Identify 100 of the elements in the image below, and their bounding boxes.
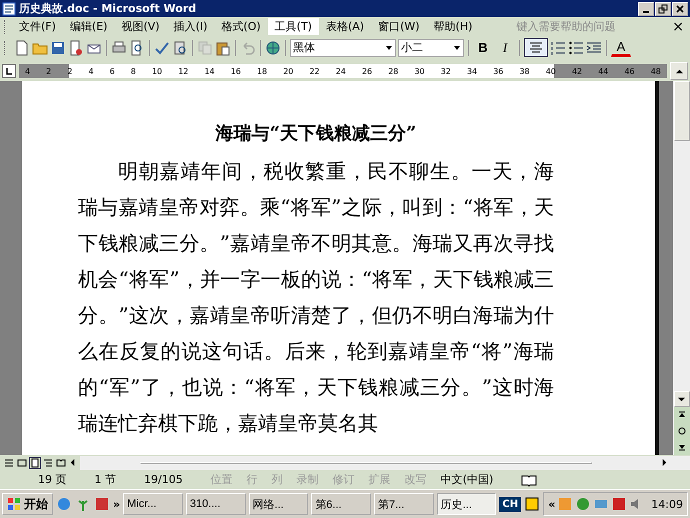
- minimize-icon: [643, 10, 649, 12]
- ruler-number: 36: [493, 66, 504, 76]
- ruler-number: 22: [309, 66, 320, 76]
- scroll-thumb[interactable]: [140, 462, 592, 464]
- browse-object-icon[interactable]: [678, 427, 686, 435]
- italic-button[interactable]: I: [495, 38, 515, 57]
- body-paragraph: 明朝嘉靖年间，税收繁重，民不聊生。一天，海瑞与嘉靖皇帝对弈。乘“将军”之际，叫到：“将军，天下钱粮减三分。”嘉靖皇帝不明其意。海瑞又再次寻找机会“将军”，并一字一板的说：“将军，天下钱粮减三分。”这次，嘉靖皇帝听清楚了，但仍不明白海瑞为什么在反复的说这句话。后来，轮到嘉靖皇帝“将”海瑞的“军”了，也说：“将军，天下钱粮减三分。”这时海瑞连忙弃棋下跪，嘉靖皇帝莫名其: [78, 158, 554, 437]
- spelling-check-icon[interactable]: [154, 40, 170, 56]
- restore-button[interactable]: [655, 2, 671, 16]
- indent-icon[interactable]: [586, 40, 602, 56]
- ruler-number: 34: [466, 66, 478, 76]
- ruler-number: 32: [440, 66, 451, 76]
- status-item: 扩展: [368, 472, 391, 487]
- ruler-number: 8: [130, 66, 136, 76]
- bulleted-list-icon[interactable]: [568, 40, 584, 56]
- menu-item[interactable]: 表格(A): [318, 18, 372, 35]
- status-item: 位置: [210, 472, 233, 487]
- web-view-icon[interactable]: [17, 458, 27, 468]
- globe-icon[interactable]: [265, 40, 281, 56]
- menu-item[interactable]: 帮助(H): [426, 18, 480, 35]
- close-button[interactable]: [672, 2, 688, 16]
- menu-item[interactable]: 格式(O): [214, 18, 268, 35]
- menu-item[interactable]: 编辑(E): [62, 18, 114, 35]
- document-icon: [2, 2, 16, 16]
- taskbar-button[interactable]: 网络...: [248, 493, 308, 515]
- ruler[interactable]: 4 2 2 4 6 8 10 12 14 16 18 20 22 24 26 28 30 32 34 36 38 40 42 44 46 48: [19, 64, 667, 78]
- ruler-number: 28: [388, 66, 398, 76]
- reading-view-icon[interactable]: [56, 458, 66, 468]
- ruler-number: 16: [230, 66, 241, 76]
- menu-item[interactable]: 窗口(W): [371, 18, 427, 35]
- outline-view-icon[interactable]: [43, 458, 53, 468]
- ruler-number: 2: [67, 66, 72, 76]
- horizontal-scrollbar[interactable]: [80, 456, 690, 470]
- document-heading: 海瑞与“天下钱粮减三分”: [214, 122, 418, 145]
- status-item: 修订: [332, 472, 355, 487]
- taskbar-button[interactable]: 历史...: [436, 493, 496, 515]
- menu-item[interactable]: 文件(F): [12, 18, 63, 35]
- numbered-list-icon[interactable]: [550, 40, 566, 56]
- font-color-button[interactable]: A: [611, 38, 631, 57]
- caret-icon: [453, 44, 461, 52]
- scroll-thumb[interactable]: [674, 81, 690, 141]
- taskbar-button[interactable]: 310....: [186, 493, 246, 515]
- ruler-number: 10: [152, 66, 162, 76]
- down-arrow-icon: [678, 396, 685, 402]
- taskbar-button[interactable]: 第6...: [311, 493, 371, 515]
- scroll-up-button[interactable]: [670, 62, 688, 80]
- language-indicator[interactable]: CH: [499, 496, 522, 512]
- tab-selector[interactable]: [2, 64, 16, 78]
- ruler-number: 4: [25, 66, 30, 76]
- input-method-icon[interactable]: [524, 496, 540, 512]
- taskbar-button[interactable]: 第7...: [374, 493, 434, 515]
- font-size-dropdown[interactable]: 小二: [398, 38, 464, 56]
- ruler-number: 14: [204, 66, 215, 76]
- clock: 14:09: [651, 498, 683, 510]
- close-document-button[interactable]: ×: [666, 18, 690, 34]
- scroll-right-icon[interactable]: [661, 459, 668, 466]
- next-page-icon[interactable]: [678, 443, 686, 451]
- ruler-number: 38: [519, 66, 530, 76]
- scroll-left-icon[interactable]: [69, 459, 76, 466]
- ruler-number: 12: [178, 66, 188, 76]
- status-item: 行: [246, 472, 258, 487]
- windows-flag-icon: [7, 497, 21, 511]
- center-align-button[interactable]: [524, 38, 548, 57]
- status-item: 改写: [404, 472, 427, 487]
- ruler-number: 20: [283, 66, 294, 76]
- start-button[interactable]: 开始: [2, 493, 53, 515]
- menu-item[interactable]: 工具(T): [268, 18, 319, 35]
- status-item: 列: [272, 472, 283, 487]
- taskbar-button[interactable]: Micr...: [123, 493, 183, 515]
- status-item: 中文(中国): [440, 472, 494, 487]
- ruler-number: 2: [46, 66, 52, 76]
- ruler-number: 24: [336, 66, 346, 76]
- scroll-down-button[interactable]: [674, 391, 690, 407]
- ruler-number: 30: [414, 66, 425, 76]
- close-icon: [675, 4, 685, 14]
- ruler-number: 26: [362, 66, 372, 76]
- font-dropdown[interactable]: 黑体: [290, 38, 396, 56]
- ruler-number: 46: [624, 66, 635, 76]
- print-icon[interactable]: [111, 40, 127, 56]
- more-button[interactable]: »: [113, 498, 120, 510]
- tray-expand-button[interactable]: «: [548, 498, 556, 510]
- vertical-scrollbar[interactable]: [673, 81, 690, 455]
- save-icon[interactable]: [50, 40, 66, 56]
- minimize-button[interactable]: [638, 2, 654, 16]
- ruler-number: 42: [572, 66, 582, 76]
- new-document-icon[interactable]: [14, 40, 30, 56]
- print-view-icon[interactable]: [30, 458, 40, 468]
- bold-button[interactable]: B: [473, 38, 493, 57]
- status-item: 1 节: [94, 472, 116, 487]
- left-tab-icon: [5, 67, 13, 75]
- menu-item[interactable]: 插入(I): [166, 18, 214, 35]
- normal-view-icon[interactable]: [4, 458, 14, 468]
- ruler-number: 40: [546, 66, 556, 76]
- previous-page-icon[interactable]: [678, 411, 686, 419]
- ruler-number: 4: [88, 66, 94, 76]
- up-arrow-icon: [676, 68, 682, 74]
- tray-icon[interactable]: [611, 496, 628, 512]
- paste-icon[interactable]: [215, 40, 231, 56]
- menu-item[interactable]: 视图(V): [114, 18, 167, 35]
- status-item: 录制: [296, 472, 319, 487]
